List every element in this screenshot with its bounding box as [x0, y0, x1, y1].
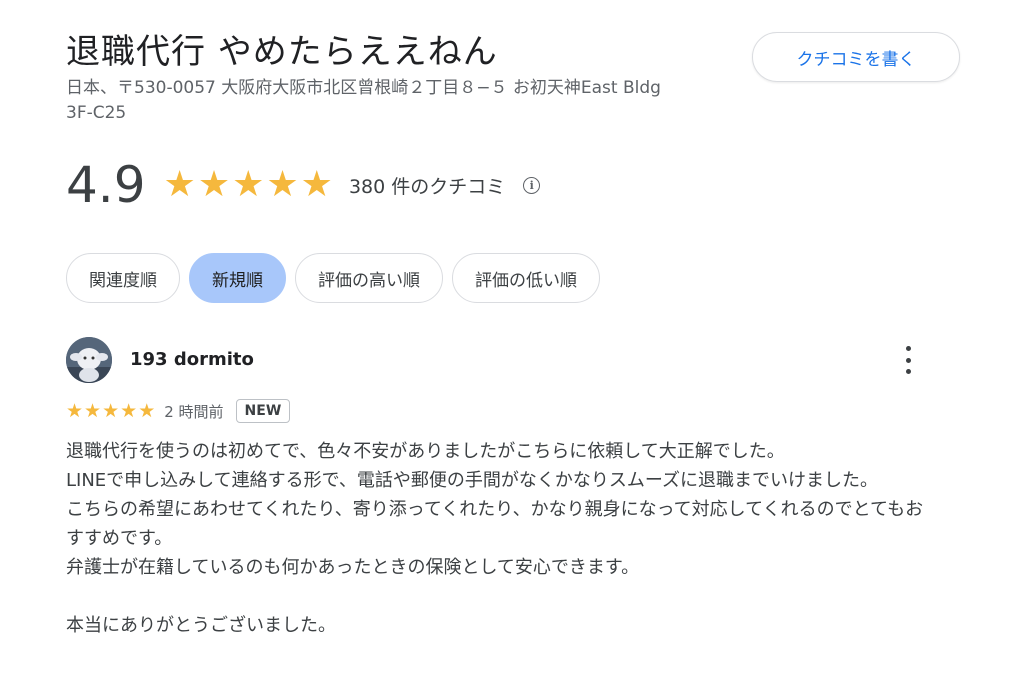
- sort-chip-highest[interactable]: 評価の高い順: [295, 253, 443, 303]
- rating-stars: ★ ★ ★ ★ ★: [164, 167, 335, 203]
- star-icon: ★: [138, 399, 156, 422]
- star-icon: ★: [120, 399, 138, 422]
- star-icon: ★: [66, 399, 84, 422]
- review-line: こちらの希望にあわせてくれたり、寄り添ってくれたり、かなり親身になって対応してく…: [66, 499, 924, 549]
- star-icon: ★: [266, 164, 299, 205]
- review-line: [66, 582, 926, 611]
- star-icon: ★: [300, 164, 333, 205]
- review-body: 退職代行を使うのは初めてで、色々不安がありましたがこちらに依頼して大正解でした。…: [66, 437, 926, 640]
- place-title: 退職代行 やめたらええねん: [66, 32, 498, 72]
- star-icon: ★: [84, 399, 102, 422]
- sort-chip-newest[interactable]: 新規順: [189, 253, 286, 303]
- rating-score: 4.9: [66, 156, 146, 214]
- star-icon: ★: [232, 164, 265, 205]
- review-line: LINEで申し込みして連絡する形で、電話や郵便の手間がなくかなりスムーズに退職ま…: [66, 470, 879, 491]
- review-line: 本当にありがとうございました。: [66, 615, 336, 636]
- sort-chip-relevance[interactable]: 関連度順: [66, 253, 180, 303]
- review-line: 弁護士が在籍しているのも何かあったときの保険として安心できます。: [66, 557, 640, 578]
- new-badge: NEW: [235, 399, 291, 423]
- rating-summary: 4.9 ★ ★ ★ ★ ★ 380 件のクチコミ i: [66, 150, 541, 220]
- more-options-icon[interactable]: [898, 346, 918, 374]
- review-meta: ★ ★ ★ ★ ★ 2 時間前 NEW: [66, 397, 291, 425]
- address-line-1: 日本、〒530-0057 大阪府大阪市北区曾根崎２丁目８−５ お初天神East …: [66, 78, 661, 98]
- avatar-image-icon: [66, 337, 112, 383]
- avatar[interactable]: [66, 337, 112, 383]
- review-stars: ★ ★ ★ ★ ★: [66, 399, 156, 422]
- address-line-2: 3F-C25: [66, 103, 127, 123]
- info-icon[interactable]: i: [523, 176, 541, 194]
- star-icon: ★: [197, 164, 231, 205]
- sort-chips: 関連度順 新規順 評価の高い順 評価の低い順: [66, 253, 609, 303]
- reviewer-name[interactable]: 193 dormito: [130, 349, 254, 370]
- place-address: 日本、〒530-0057 大阪府大阪市北区曾根崎２丁目８−５ お初天神East …: [66, 76, 766, 126]
- star-icon: ★: [163, 164, 196, 205]
- write-review-button[interactable]: クチコミを書く: [752, 32, 960, 82]
- review-count: 380 件のクチコミ: [348, 175, 506, 198]
- review-time: 2 時間前: [164, 402, 224, 421]
- review-line: 退職代行を使うのは初めてで、色々不安がありましたがこちらに依頼して大正解でした。: [66, 441, 785, 462]
- star-icon: ★: [102, 399, 120, 422]
- sort-chip-lowest[interactable]: 評価の低い順: [452, 253, 600, 303]
